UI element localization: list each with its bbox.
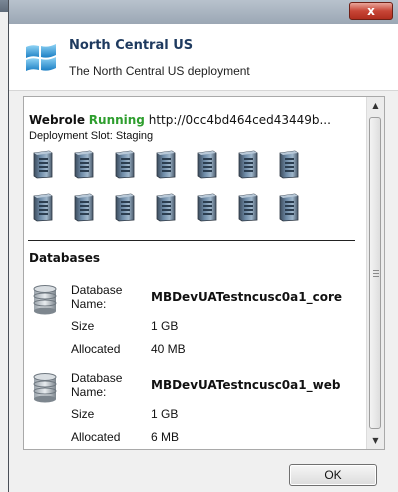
database-name-label: Database Name: [71,283,123,311]
section-divider [28,240,355,241]
vertical-scrollbar[interactable]: ▲ ▼ [366,97,384,449]
slot-value: Staging [115,130,154,142]
server-instance-icon[interactable] [155,192,177,222]
database-name: MBDevUATestncusc0a1_web [151,378,341,392]
server-instance-icon[interactable] [155,149,177,179]
webrole-name: Webrole [29,113,85,127]
close-button[interactable]: x [349,2,393,20]
deployment-subtitle: The North Central US deployment [69,64,250,78]
allocated-label: Allocated [71,430,121,444]
server-instance-icon[interactable] [32,192,54,222]
server-instance-icon[interactable] [237,192,259,222]
allocated-value: 6 MB [151,430,180,444]
close-icon: x [367,4,375,18]
scroll-thumb[interactable] [369,117,381,429]
size-value: 1 GB [151,319,179,333]
ok-button[interactable]: OK [289,464,377,486]
size-label: Size [71,319,95,333]
database-name-label: Database Name: [71,371,123,399]
allocated-value: 40 MB [151,342,186,356]
database-icon [33,373,57,403]
title-bar[interactable]: x [9,0,398,24]
webrole-url[interactable]: http://0cc4bd464ced43449b... [149,113,331,127]
server-instance-icon[interactable] [278,192,300,222]
slot-label: Deployment Slot: [29,130,113,142]
server-instance-icon[interactable] [32,149,54,179]
server-instance-icon[interactable] [114,149,136,179]
server-instance-icon[interactable] [278,149,300,179]
allocated-label: Allocated [71,342,121,356]
deployment-slot: Deployment Slot: Staging [29,130,153,142]
server-instance-icon[interactable] [196,149,218,179]
database-icon [33,285,57,315]
server-instance-icon[interactable] [114,192,136,222]
deployment-details-panel: Webrole Running http://0cc4bd464ced43449… [23,96,385,450]
scroll-up-arrow-icon[interactable]: ▲ [367,97,384,114]
size-label: Size [71,407,95,421]
server-instance-icon[interactable] [237,149,259,179]
scroll-down-arrow-icon[interactable]: ▼ [367,432,384,449]
server-instance-icon[interactable] [196,192,218,222]
databases-heading: Databases [29,251,101,265]
dialog-header: North Central US The North Central US de… [9,24,398,91]
grip-line [373,276,379,277]
windows-azure-logo-icon [26,44,56,71]
webrole-line: Webrole Running http://0cc4bd464ced43449… [29,113,331,127]
database-name: MBDevUATestncusc0a1_core [151,290,343,304]
deployment-dialog: x North Central US The North Central US … [8,0,398,492]
size-value: 1 GB [151,407,179,421]
status-badge: Running [88,113,145,127]
deployment-title: North Central US [69,38,194,53]
server-instance-icon[interactable] [73,192,95,222]
grip-line [373,273,379,274]
server-instance-icon[interactable] [73,149,95,179]
grip-line [373,270,379,271]
